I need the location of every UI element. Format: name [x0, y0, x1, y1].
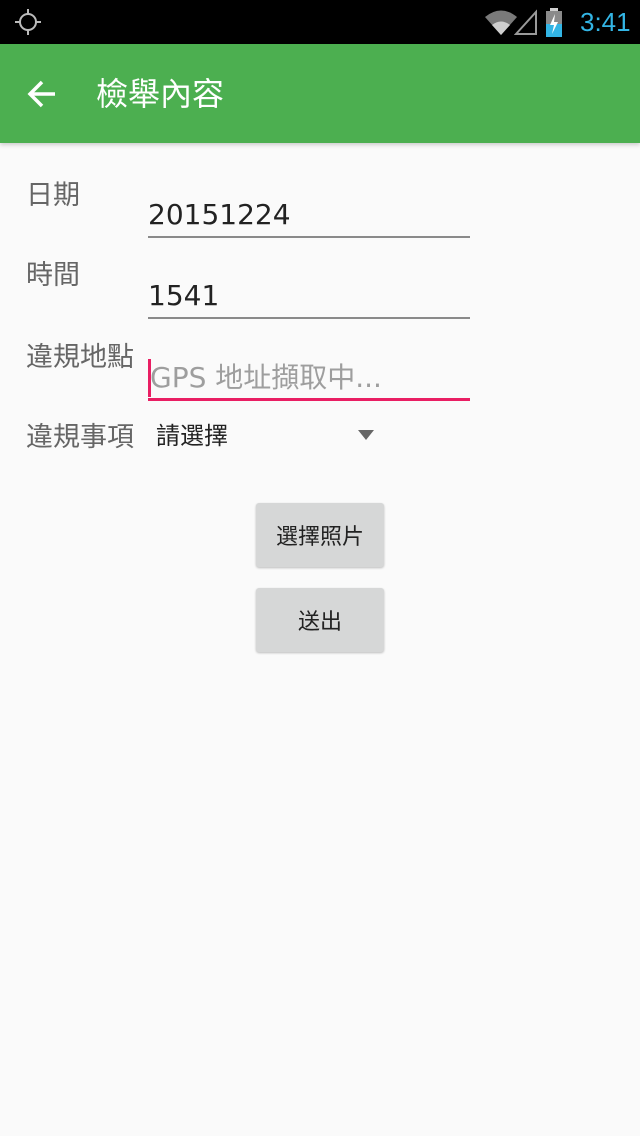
wifi-icon — [485, 10, 517, 35]
location-field-container — [148, 357, 472, 401]
date-label: 日期 — [26, 180, 80, 211]
cell-signal-icon — [514, 9, 537, 35]
location-input[interactable] — [148, 357, 472, 397]
battery-charging-icon — [546, 8, 562, 37]
status-time: 3:41 — [580, 7, 631, 37]
submit-button[interactable]: 送出 — [256, 588, 384, 652]
date-input[interactable] — [148, 194, 470, 234]
app-toolbar: 檢舉內容 — [0, 44, 640, 143]
back-button[interactable] — [18, 70, 66, 118]
time-label: 時間 — [26, 260, 80, 291]
arrow-back-icon — [27, 80, 55, 108]
date-field-container — [148, 194, 470, 238]
violation-spinner[interactable]: 請選擇 — [148, 414, 378, 458]
violation-selected-value: 請選擇 — [156, 422, 228, 450]
violation-label: 違規事項 — [26, 422, 134, 453]
page-title: 檢舉內容 — [96, 75, 225, 113]
text-cursor — [148, 359, 151, 397]
app-screen: 3:41 檢舉內容 日期 時間 違規地點 違規事項 請選擇 選擇照片 送出 — [0, 0, 640, 1136]
time-input[interactable] — [148, 275, 470, 315]
time-field-container — [148, 275, 470, 319]
status-bar: 3:41 — [0, 0, 640, 44]
choose-photo-button[interactable]: 選擇照片 — [256, 503, 384, 567]
gps-icon — [15, 9, 41, 35]
dropdown-arrow-icon — [358, 430, 374, 440]
location-label: 違規地點 — [26, 342, 134, 373]
